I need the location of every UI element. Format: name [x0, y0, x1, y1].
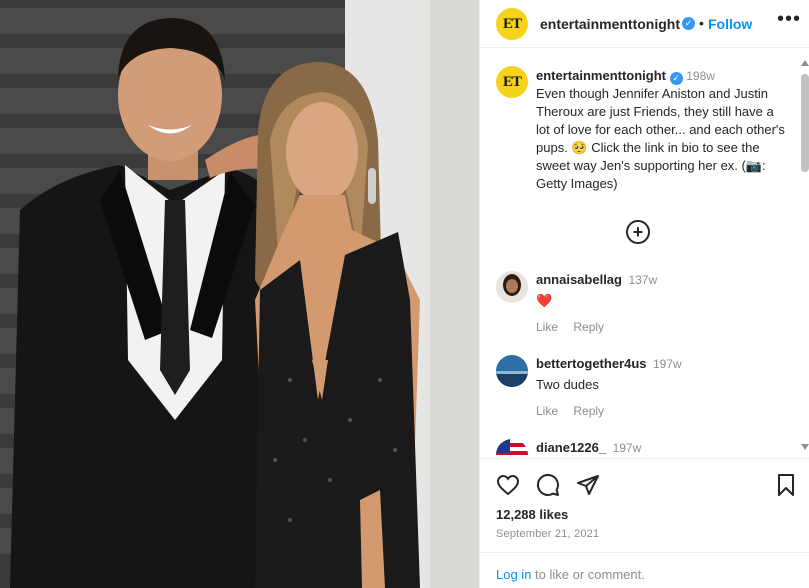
- comment-actions: Like Reply: [536, 404, 776, 418]
- comment-item: annaisabellag 137w ❤️ Like Reply: [496, 271, 786, 341]
- likes-count[interactable]: 12,288 likes: [496, 507, 568, 522]
- caption-username[interactable]: entertainmenttonight: [536, 68, 666, 83]
- comment-like-button[interactable]: Like: [536, 320, 558, 334]
- caption-text: entertainmenttonight ✓ 198w Even though …: [536, 67, 786, 193]
- scroll-up-arrow-icon[interactable]: [801, 60, 809, 66]
- avatar-initials: ET: [502, 73, 522, 90]
- post-header: ET entertainmenttonight ✓ • Follow •••: [480, 0, 809, 48]
- post-actions-section: 12,288 likes September 21, 2021 Log in t…: [480, 458, 809, 588]
- comment-body: bettertogether4us 197w Two dudes Like Re…: [536, 355, 776, 418]
- comment-like-button[interactable]: Like: [536, 404, 558, 418]
- commenter-avatar[interactable]: [496, 271, 528, 303]
- comment-username[interactable]: diane1226_: [536, 440, 606, 455]
- comment-body: annaisabellag 137w ❤️ Like Reply: [536, 271, 776, 334]
- comment-item: bettertogether4us 197w Two dudes Like Re…: [496, 355, 786, 425]
- commenter-avatar[interactable]: [496, 355, 528, 387]
- post-sidebar: ET entertainmenttonight ✓ • Follow ••• E…: [479, 0, 809, 588]
- comment-text: Two dudes: [536, 377, 599, 392]
- follow-button[interactable]: Follow: [708, 16, 752, 32]
- post-dialog: ET entertainmenttonight ✓ • Follow ••• E…: [0, 0, 809, 588]
- plus-circle-icon[interactable]: +: [626, 220, 650, 244]
- comment-time[interactable]: 137w: [628, 273, 657, 287]
- comment-body: diane1226_ 197w: [536, 439, 776, 457]
- comment-username[interactable]: annaisabellag: [536, 272, 622, 287]
- comments-scroll-area[interactable]: ET entertainmenttonight ✓ 198w Even thou…: [480, 48, 809, 458]
- post-photo[interactable]: [0, 0, 479, 588]
- commenter-avatar[interactable]: [496, 439, 528, 458]
- comment-item: diane1226_ 197w: [496, 439, 786, 458]
- login-prompt: Log in to like or comment.: [480, 552, 809, 588]
- scrollbar-thumb[interactable]: [801, 74, 809, 172]
- share-icon[interactable]: [576, 473, 600, 497]
- more-options-icon[interactable]: •••: [777, 8, 801, 31]
- login-suffix: to like or comment.: [531, 567, 645, 582]
- login-link[interactable]: Log in: [496, 567, 531, 582]
- caption-time[interactable]: 198w: [686, 69, 715, 83]
- account-username[interactable]: entertainmenttonight: [540, 16, 680, 32]
- verified-badge-icon: ✓: [682, 17, 695, 30]
- bookmark-icon[interactable]: [774, 473, 798, 497]
- caption-avatar[interactable]: ET: [496, 66, 528, 98]
- comment-icon[interactable]: [536, 473, 560, 497]
- comment-text: ❤️: [536, 293, 553, 308]
- comment-username[interactable]: bettertogether4us: [536, 356, 647, 371]
- heart-icon[interactable]: [496, 473, 520, 497]
- avatar-initials: ET: [502, 15, 522, 32]
- photo-illustration: [0, 0, 479, 588]
- caption-body: Even though Jennifer Aniston and Justin …: [536, 86, 785, 191]
- comment-time[interactable]: 197w: [613, 441, 642, 455]
- post-date[interactable]: September 21, 2021: [496, 528, 599, 540]
- header-separator: •: [699, 15, 704, 31]
- account-avatar[interactable]: ET: [496, 8, 528, 40]
- verified-badge-icon: ✓: [669, 72, 683, 85]
- comment-reply-button[interactable]: Reply: [573, 320, 604, 334]
- scrollbar[interactable]: [800, 60, 809, 452]
- scroll-down-arrow-icon[interactable]: [801, 444, 809, 450]
- action-icons-row: [496, 473, 796, 499]
- comment-reply-button[interactable]: Reply: [573, 404, 604, 418]
- comment-time[interactable]: 197w: [653, 357, 682, 371]
- comment-actions: Like Reply: [536, 320, 776, 334]
